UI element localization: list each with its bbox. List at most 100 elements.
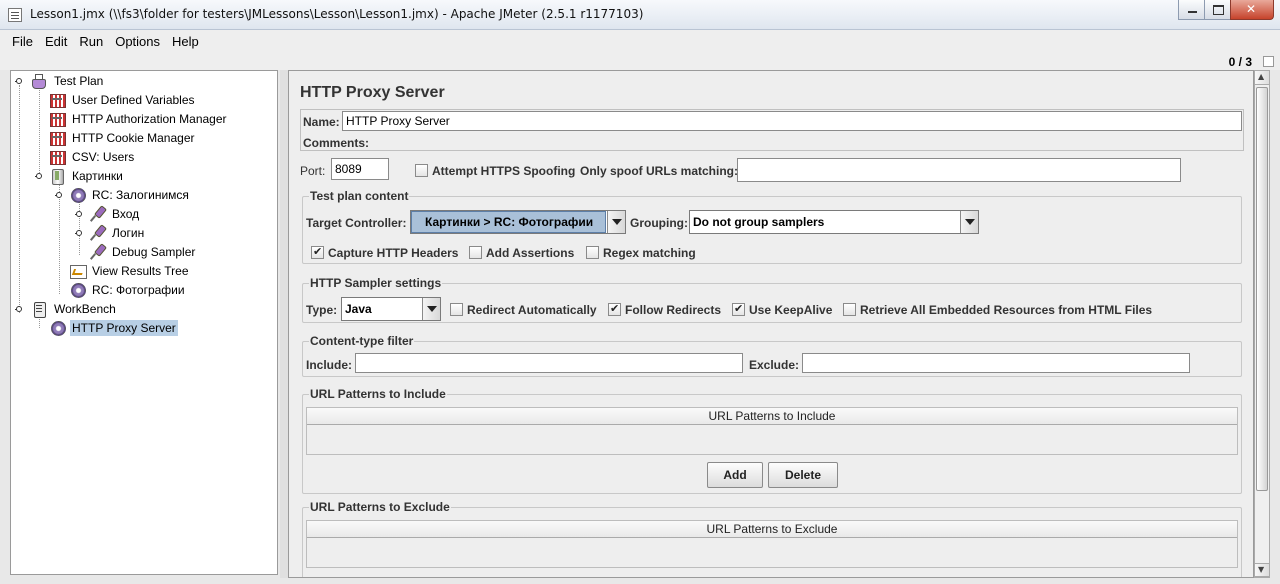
menu-edit[interactable]: Edit bbox=[39, 34, 73, 49]
menu-help[interactable]: Help bbox=[166, 34, 205, 49]
proxy-server-panel: HTTP Proxy Server Name: HTTP Proxy Serve… bbox=[288, 70, 1254, 578]
config-icon bbox=[49, 111, 67, 127]
add-button[interactable]: Add bbox=[707, 462, 763, 488]
test-plan-tree[interactable]: Test Plan User Defined Variables HTTP Au… bbox=[10, 70, 278, 575]
scroll-up-icon[interactable] bbox=[1255, 71, 1269, 85]
exclude-patterns-table[interactable]: URL Patterns to Exclude bbox=[306, 520, 1238, 568]
split-pane-divider[interactable] bbox=[280, 70, 288, 578]
minimize-button[interactable] bbox=[1178, 0, 1205, 20]
window-title: Lesson1.jmx (\\fs3\folder for testers\JM… bbox=[30, 7, 644, 21]
listener-graph-icon bbox=[69, 263, 87, 279]
controller-gear-icon bbox=[69, 187, 87, 203]
tree-item-debug-sampler[interactable]: Debug Sampler bbox=[89, 243, 197, 261]
spoof-urls-label: Only spoof URLs matching: bbox=[580, 164, 739, 178]
sampler-type-select[interactable]: Java bbox=[341, 297, 441, 321]
sampler-settings-title: HTTP Sampler settings bbox=[309, 276, 443, 290]
regex-matching-checkbox[interactable] bbox=[586, 246, 599, 259]
port-field[interactable]: 8089 bbox=[331, 158, 389, 180]
grouping-value: Do not group samplers bbox=[693, 215, 825, 229]
thread-group-icon bbox=[49, 168, 67, 185]
page-title: HTTP Proxy Server bbox=[300, 84, 445, 101]
vertical-scrollbar[interactable] bbox=[1254, 70, 1270, 578]
target-controller-value: Картинки > RC: Фотографии bbox=[425, 215, 594, 229]
comments-field[interactable] bbox=[369, 132, 1242, 150]
tree-item-thread-group[interactable]: Картинки bbox=[49, 167, 125, 185]
https-spoofing-label: Attempt HTTPS Spoofing bbox=[432, 164, 576, 178]
target-controller-select[interactable]: Картинки > RC: Фотографии bbox=[410, 210, 626, 234]
spoof-urls-field[interactable] bbox=[737, 158, 1181, 182]
comments-label: Comments: bbox=[303, 136, 370, 150]
window-controls bbox=[1178, 0, 1274, 20]
tree-connector bbox=[79, 199, 80, 255]
delete-button[interactable]: Delete bbox=[768, 462, 838, 488]
tree-item-user-defined-variables[interactable]: User Defined Variables bbox=[49, 91, 197, 109]
include-patterns-table[interactable]: URL Patterns to Include bbox=[306, 407, 1238, 455]
tree-toggle-icon[interactable] bbox=[55, 192, 63, 200]
tree-toggle-icon[interactable] bbox=[15, 306, 23, 314]
app-icon bbox=[8, 8, 22, 22]
tree-item-view-results-tree[interactable]: View Results Tree bbox=[69, 262, 191, 280]
tree-toggle-icon[interactable] bbox=[75, 211, 83, 219]
include-label: Include: bbox=[306, 358, 353, 372]
maximize-button[interactable] bbox=[1204, 0, 1231, 20]
status-strip bbox=[0, 52, 1280, 70]
tree-item-rc-login[interactable]: RC: Залогинимся bbox=[69, 186, 191, 204]
chevron-down-icon[interactable] bbox=[607, 211, 625, 233]
capture-headers-checkbox[interactable] bbox=[311, 245, 324, 259]
tree-connector bbox=[39, 85, 40, 179]
exclude-patterns-group: URL Patterns to Exclude URL Patterns to … bbox=[302, 500, 1242, 577]
tree-item-vhod[interactable]: Вход bbox=[89, 205, 141, 223]
controller-gear-icon bbox=[49, 320, 67, 336]
target-controller-label: Target Controller: bbox=[306, 216, 407, 230]
tree-item-http-cookie-manager[interactable]: HTTP Cookie Manager bbox=[49, 129, 197, 147]
include-patterns-group: URL Patterns to Include URL Patterns to … bbox=[302, 387, 1242, 494]
regex-matching-label: Regex matching bbox=[603, 246, 696, 260]
type-label: Type: bbox=[306, 303, 338, 317]
grouping-select[interactable]: Do not group samplers bbox=[689, 210, 979, 234]
sampler-type-value: Java bbox=[345, 302, 372, 316]
name-comments-box: Name: HTTP Proxy Server Comments: bbox=[300, 109, 1244, 151]
config-icon bbox=[49, 130, 67, 146]
embedded-resources-checkbox[interactable] bbox=[843, 303, 856, 316]
chevron-down-icon[interactable] bbox=[422, 298, 440, 320]
tree-item-rc-photos[interactable]: RC: Фотографии bbox=[69, 281, 187, 299]
name-field[interactable]: HTTP Proxy Server bbox=[342, 111, 1242, 131]
exclude-field[interactable] bbox=[802, 353, 1190, 373]
add-assertions-checkbox[interactable] bbox=[469, 246, 482, 259]
content-type-filter-group: Content-type filter Include: Exclude: bbox=[302, 334, 1242, 377]
tree-item-http-authorization-manager[interactable]: HTTP Authorization Manager bbox=[49, 110, 229, 128]
include-field[interactable] bbox=[355, 353, 743, 373]
menu-run[interactable]: Run bbox=[73, 34, 109, 49]
close-button[interactable] bbox=[1230, 0, 1274, 20]
follow-redirects-checkbox[interactable] bbox=[608, 302, 621, 316]
name-label: Name: bbox=[303, 115, 340, 129]
tree-toggle-icon[interactable] bbox=[15, 78, 23, 86]
sampler-settings-group: HTTP Sampler settings Type: Java Redirec… bbox=[302, 276, 1242, 323]
menu-bar: File Edit Run Options Help bbox=[0, 30, 1280, 52]
menu-file[interactable]: File bbox=[6, 34, 39, 49]
tree-item-login[interactable]: Логин bbox=[89, 224, 146, 242]
scrollbar-thumb[interactable] bbox=[1256, 87, 1268, 491]
tree-item-csv-users[interactable]: CSV: Users bbox=[49, 148, 136, 166]
flask-icon bbox=[31, 73, 49, 89]
tree-item-http-proxy-server[interactable]: HTTP Proxy Server bbox=[49, 319, 178, 337]
embedded-resources-label: Retrieve All Embedded Resources from HTM… bbox=[860, 303, 1153, 317]
redirect-automatically-checkbox[interactable] bbox=[450, 303, 463, 316]
controller-gear-icon bbox=[69, 282, 87, 298]
content-type-filter-title: Content-type filter bbox=[309, 334, 415, 348]
tree-toggle-icon[interactable] bbox=[75, 230, 83, 238]
keepalive-checkbox[interactable] bbox=[732, 302, 745, 316]
redirect-automatically-label: Redirect Automatically bbox=[467, 303, 597, 317]
chevron-down-icon[interactable] bbox=[960, 211, 978, 233]
tree-toggle-icon[interactable] bbox=[35, 173, 43, 181]
menu-options[interactable]: Options bbox=[109, 34, 166, 49]
include-patterns-column-header[interactable]: URL Patterns to Include bbox=[307, 408, 1237, 425]
https-spoofing-checkbox[interactable] bbox=[415, 164, 428, 177]
exclude-patterns-column-header[interactable]: URL Patterns to Exclude bbox=[307, 521, 1237, 538]
exclude-patterns-title: URL Patterns to Exclude bbox=[309, 500, 451, 514]
tree-item-workbench[interactable]: WorkBench bbox=[31, 300, 118, 318]
scroll-down-icon[interactable] bbox=[1255, 563, 1269, 577]
tree-item-test-plan[interactable]: Test Plan bbox=[31, 72, 105, 90]
sampler-pipette-icon bbox=[89, 225, 107, 241]
workbench-icon bbox=[31, 301, 49, 318]
